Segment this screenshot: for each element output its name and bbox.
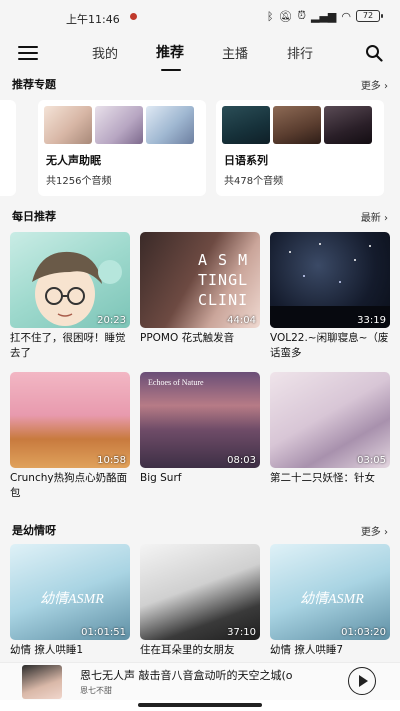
duration-label: 03:05	[357, 455, 386, 466]
topic-card[interactable]: 日语系列 共478个音频	[216, 100, 384, 196]
chevron-right-icon: ›	[384, 527, 388, 538]
video-card[interactable]: 03:05 第二十二只妖怪：针女	[270, 372, 390, 501]
topic-name: 日语系列	[224, 154, 268, 167]
now-playing-cover	[22, 665, 62, 699]
video-title: 第二十二只妖怪：针女	[270, 472, 375, 484]
video-title: 幼情 撩人哄睡7	[270, 644, 344, 656]
video-thumbnail: 37:10	[140, 544, 260, 640]
mute-icon: 🔕︎	[278, 9, 293, 23]
thumbnail-text: Echoes of Nature	[148, 378, 204, 387]
topic-count: 共478个音频	[224, 176, 284, 187]
tab-mine[interactable]: 我的	[92, 43, 118, 62]
tab-recommend[interactable]: 推荐	[156, 42, 184, 62]
video-title: Crunchy热狗点心奶酪面包	[10, 472, 128, 499]
duration-label: 20:23	[97, 315, 126, 326]
video-thumbnail: 幼情ASMR 01:01:51	[10, 544, 130, 640]
video-title: VOL22.~闲聊寝息~（废话蛮多	[270, 332, 389, 359]
video-thumbnail: A S M TINGL CLINI 44:04	[140, 232, 260, 328]
video-title: 住在耳朵里的女朋友	[140, 644, 235, 656]
battery-icon: 72	[356, 10, 383, 22]
video-card[interactable]: A S M TINGL CLINI 44:04 PPOMO 花式触发音	[140, 232, 260, 361]
topic-card-partial[interactable]	[0, 100, 16, 196]
video-card[interactable]: 33:19 VOL22.~闲聊寝息~（废话蛮多	[270, 232, 390, 361]
topic-thumbnails	[44, 106, 194, 144]
chevron-right-icon: ›	[384, 81, 388, 92]
duration-label: 01:01:51	[81, 627, 126, 638]
top-navigation: 我的 推荐 主播 排行	[0, 34, 400, 72]
alarm-icon: ⏰︎	[297, 9, 306, 22]
video-card[interactable]: 20:23 扛不住了，很困呀！睡觉去了	[10, 232, 130, 361]
topic-name: 无人声助眠	[46, 154, 101, 167]
video-title: PPOMO 花式触发音	[140, 332, 235, 344]
wifi-icon: ◠	[341, 9, 351, 23]
notification-icon	[130, 13, 137, 20]
active-tab-indicator	[161, 69, 181, 71]
video-thumbnail: 20:23	[10, 232, 130, 328]
youqing-more-link[interactable]: 更多 ›	[361, 523, 388, 538]
video-thumbnail: 10:58	[10, 372, 130, 468]
status-time: 上午11:46	[66, 13, 120, 26]
daily-header: 每日推荐 最新 ›	[0, 206, 400, 226]
tab-ranking[interactable]: 排行	[287, 43, 313, 62]
mini-player[interactable]: 恩七无人声 敲击音八音盒动听的天空之城(o 恩七不甜	[0, 662, 400, 700]
video-title: 扛不住了，很困呀！睡觉去了	[10, 332, 126, 359]
video-thumbnail: 03:05	[270, 372, 390, 468]
video-card[interactable]: 37:10 住在耳朵里的女朋友	[140, 544, 260, 662]
section-title: 每日推荐	[12, 210, 56, 223]
youqing-header: 是幼情呀 更多 ›	[0, 520, 400, 540]
video-title: Big Surf	[140, 472, 182, 484]
now-playing-artist: 恩七不甜	[80, 686, 112, 695]
thumbnail-text: A S M TINGL CLINI	[198, 251, 249, 309]
thumbnail-image	[324, 106, 372, 144]
topic-count: 共1256个音频	[46, 176, 112, 187]
daily-latest-link[interactable]: 最新 ›	[361, 209, 388, 224]
thumbnail-text: 幼情ASMR	[40, 592, 104, 607]
topics-header: 推荐专题 更多 ›	[0, 74, 400, 94]
video-card[interactable]: Echoes of Nature 08:03 Big Surf	[140, 372, 260, 501]
video-card[interactable]: 幼情ASMR 01:01:51 幼情 撩人哄睡1	[10, 544, 130, 662]
cartoon-boy-image	[32, 251, 122, 326]
starry-sky-image	[270, 243, 390, 328]
duration-label: 08:03	[227, 455, 256, 466]
video-thumbnail: 33:19	[270, 232, 390, 328]
topic-card[interactable]: 无人声助眠 共1256个音频	[38, 100, 206, 196]
signal-icon: ▂▄▆	[311, 9, 337, 23]
search-icon[interactable]	[365, 44, 383, 62]
thumbnail-image	[273, 106, 321, 144]
main-content[interactable]: 推荐专题 更多 › 无人声助眠 共1256个音频 日语系列 共478个音频 每日…	[0, 72, 400, 662]
status-icons: ᛒ 🔕︎ ⏰︎ ▂▄▆ ◠ 72	[266, 9, 383, 23]
duration-label: 33:19	[357, 315, 386, 326]
video-card[interactable]: 10:58 Crunchy热狗点心奶酪面包	[10, 372, 130, 501]
section-title: 推荐专题	[12, 78, 56, 91]
thumbnail-image	[146, 106, 194, 144]
bluetooth-icon: ᛒ	[266, 9, 274, 23]
duration-label: 01:03:20	[341, 627, 386, 638]
status-bar: 上午11:46 ᛒ 🔕︎ ⏰︎ ▂▄▆ ◠ 72	[0, 0, 400, 34]
thumbnail-image	[44, 106, 92, 144]
thumbnail-image	[95, 106, 143, 144]
video-thumbnail: Echoes of Nature 08:03	[140, 372, 260, 468]
home-indicator[interactable]	[138, 703, 262, 707]
duration-label: 37:10	[227, 627, 256, 638]
now-playing-title: 恩七无人声 敲击音八音盒动听的天空之城(o	[80, 669, 293, 682]
chevron-right-icon: ›	[384, 213, 388, 224]
play-icon[interactable]	[348, 667, 376, 695]
topics-more-link[interactable]: 更多 ›	[361, 77, 388, 92]
video-thumbnail: 幼情ASMR 01:03:20	[270, 544, 390, 640]
topic-thumbnails	[222, 106, 372, 144]
duration-label: 44:04	[227, 315, 256, 326]
video-card[interactable]: 幼情ASMR 01:03:20 幼情 撩人哄睡7	[270, 544, 390, 662]
tab-anchors[interactable]: 主播	[222, 43, 248, 62]
video-title: 幼情 撩人哄睡1	[10, 644, 84, 656]
duration-label: 10:58	[97, 455, 126, 466]
thumbnail-text: 幼情ASMR	[300, 592, 364, 607]
section-title: 是幼情呀	[12, 524, 56, 537]
thumbnail-image	[222, 106, 270, 144]
menu-icon[interactable]	[18, 46, 38, 60]
